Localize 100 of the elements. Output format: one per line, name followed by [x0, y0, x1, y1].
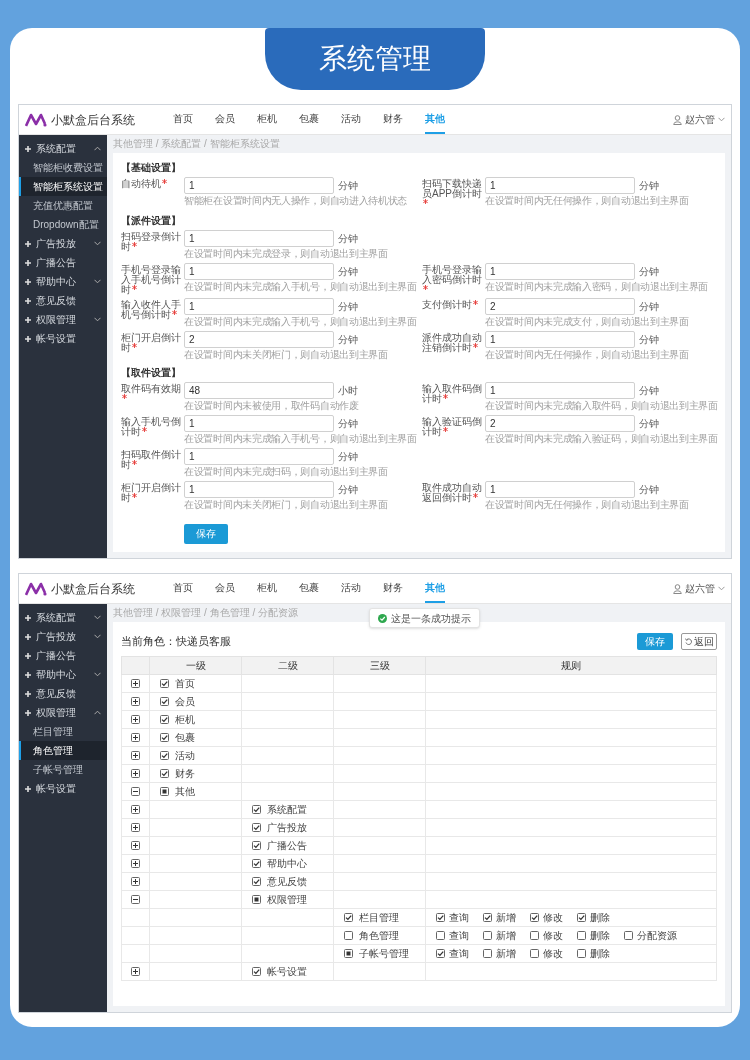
checkbox[interactable]	[252, 967, 261, 976]
chevron-up-icon[interactable]	[94, 710, 101, 715]
checkbox[interactable]	[436, 913, 445, 922]
expand-icon[interactable]	[131, 715, 140, 725]
chevron-down-icon[interactable]	[94, 672, 101, 677]
checkbox[interactable]	[160, 679, 169, 688]
expand-icon[interactable]	[131, 769, 140, 779]
sidebar-subitem[interactable]: 栏目管理	[19, 722, 107, 741]
checkbox[interactable]	[530, 913, 539, 922]
checkbox[interactable]	[577, 949, 586, 958]
nav-tab[interactable]: 包裹	[299, 574, 319, 603]
sidebar-item[interactable]: 帐号设置	[19, 329, 107, 348]
sidebar-item[interactable]: 广告投放	[19, 627, 107, 646]
checkbox[interactable]	[344, 931, 353, 940]
user-name[interactable]: 赵六管	[685, 581, 715, 596]
back-button[interactable]: 返回	[681, 632, 717, 650]
chevron-up-icon[interactable]	[94, 146, 101, 151]
expand-icon[interactable]	[131, 841, 140, 851]
nav-tab[interactable]: 柜机	[257, 105, 277, 134]
user-icon[interactable]	[673, 583, 682, 594]
sidebar-item[interactable]: 意见反馈	[19, 291, 107, 310]
sidebar-item[interactable]: 系统配置	[19, 139, 107, 158]
user-name[interactable]: 赵六管	[685, 112, 715, 127]
sidebar-item[interactable]: 权限管理	[19, 703, 107, 722]
input-field[interactable]: 1	[184, 298, 334, 315]
nav-tab[interactable]: 活动	[341, 105, 361, 134]
user-icon[interactable]	[673, 114, 682, 125]
chevron-down-icon[interactable]	[94, 317, 101, 322]
nav-tab[interactable]: 柜机	[257, 574, 277, 603]
checkbox[interactable]	[160, 751, 169, 760]
sidebar-item[interactable]: 系统配置	[19, 608, 107, 627]
input-field[interactable]: 1	[485, 481, 635, 498]
input-field[interactable]: 1	[485, 331, 635, 348]
input-field[interactable]: 1	[184, 177, 334, 194]
input-field[interactable]: 48	[184, 382, 334, 399]
nav-tab[interactable]: 财务	[383, 574, 403, 603]
expand-icon[interactable]	[131, 697, 140, 707]
nav-tab[interactable]: 会员	[215, 574, 235, 603]
expand-icon[interactable]	[131, 877, 140, 887]
nav-tab[interactable]: 活动	[341, 574, 361, 603]
nav-tab[interactable]: 会员	[215, 105, 235, 134]
checkbox[interactable]	[344, 913, 353, 922]
input-field[interactable]: 2	[184, 331, 334, 348]
expand-icon[interactable]	[131, 679, 140, 689]
sidebar-subitem[interactable]: 角色管理	[19, 741, 107, 760]
checkbox[interactable]	[530, 931, 539, 940]
expand-icon[interactable]	[131, 733, 140, 743]
collapse-icon[interactable]	[131, 787, 140, 797]
checkbox[interactable]	[530, 949, 539, 958]
checkbox[interactable]	[344, 949, 353, 958]
expand-icon[interactable]	[131, 805, 140, 815]
chevron-down-icon[interactable]	[94, 615, 101, 620]
input-field[interactable]: 2	[485, 298, 635, 315]
input-field[interactable]: 1	[184, 415, 334, 432]
checkbox[interactable]	[577, 931, 586, 940]
checkbox[interactable]	[436, 949, 445, 958]
chevron-down-icon[interactable]	[94, 279, 101, 284]
checkbox[interactable]	[160, 733, 169, 742]
chevron-down-icon[interactable]	[94, 634, 101, 639]
sidebar-item[interactable]: 广播公告	[19, 646, 107, 665]
chevron-down-icon[interactable]	[94, 241, 101, 246]
expand-icon[interactable]	[131, 967, 140, 977]
checkbox[interactable]	[577, 913, 586, 922]
checkbox[interactable]	[252, 895, 261, 904]
checkbox[interactable]	[624, 931, 633, 940]
nav-tab[interactable]: 财务	[383, 105, 403, 134]
checkbox[interactable]	[483, 931, 492, 940]
checkbox[interactable]	[483, 949, 492, 958]
expand-icon[interactable]	[131, 751, 140, 761]
sidebar-subitem[interactable]: 智能柜系统设置	[19, 177, 107, 196]
expand-icon[interactable]	[131, 823, 140, 833]
input-field[interactable]: 1	[485, 263, 635, 280]
sidebar-subitem[interactable]: 智能柜收费设置	[19, 158, 107, 177]
sidebar-item[interactable]: 权限管理	[19, 310, 107, 329]
sidebar-item[interactable]: 帮助中心	[19, 272, 107, 291]
sidebar-subitem[interactable]: 子帐号管理	[19, 760, 107, 779]
input-field[interactable]: 1	[485, 382, 635, 399]
checkbox[interactable]	[252, 823, 261, 832]
nav-tab[interactable]: 首页	[173, 105, 193, 134]
sidebar-item[interactable]: 意见反馈	[19, 684, 107, 703]
input-field[interactable]: 1	[184, 481, 334, 498]
sidebar-item[interactable]: 广告投放	[19, 234, 107, 253]
input-field[interactable]: 2	[485, 415, 635, 432]
sidebar-item[interactable]: 帮助中心	[19, 665, 107, 684]
nav-tab[interactable]: 首页	[173, 574, 193, 603]
checkbox[interactable]	[436, 931, 445, 940]
checkbox[interactable]	[252, 859, 261, 868]
input-field[interactable]: 1	[184, 263, 334, 280]
checkbox[interactable]	[252, 805, 261, 814]
checkbox[interactable]	[483, 913, 492, 922]
input-field[interactable]: 1	[184, 448, 334, 465]
checkbox[interactable]	[160, 697, 169, 706]
checkbox[interactable]	[160, 769, 169, 778]
sidebar-item[interactable]: 帐号设置	[19, 779, 107, 798]
sidebar-subitem[interactable]: Dropdown配置	[19, 215, 107, 234]
checkbox[interactable]	[252, 841, 261, 850]
sidebar-item[interactable]: 广播公告	[19, 253, 107, 272]
collapse-icon[interactable]	[131, 895, 140, 905]
nav-tab[interactable]: 包裹	[299, 105, 319, 134]
input-field[interactable]: 1	[485, 177, 635, 194]
